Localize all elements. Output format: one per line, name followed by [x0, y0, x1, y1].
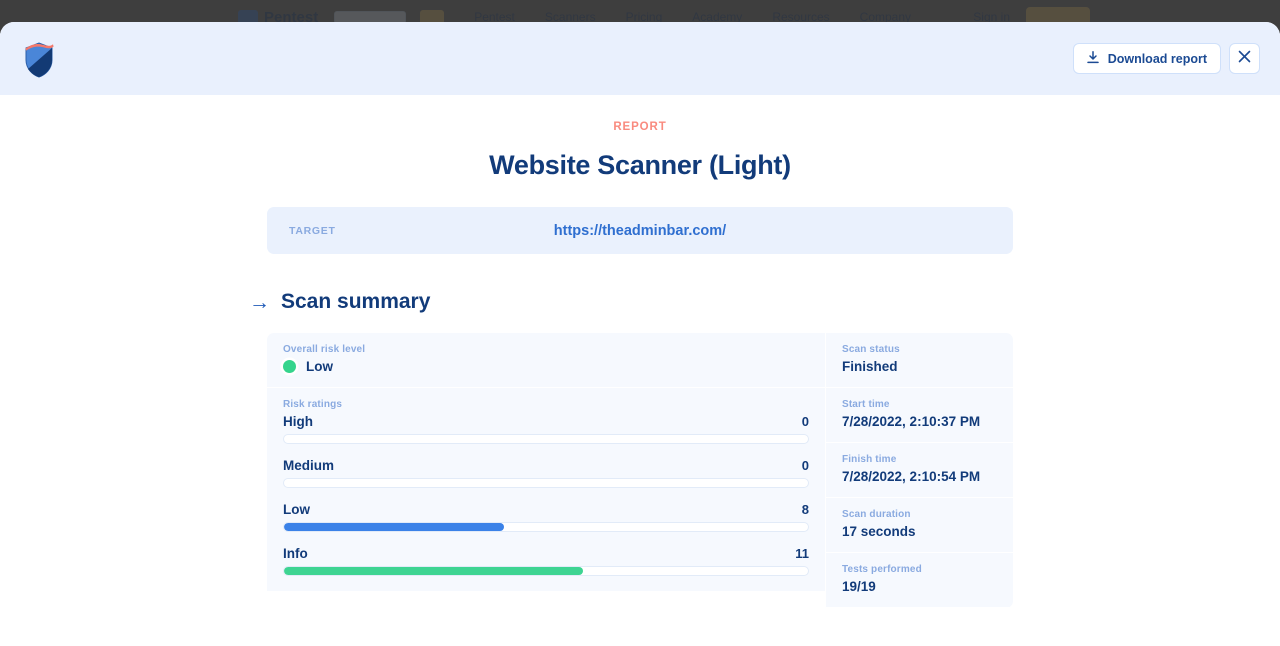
- rating-fill: [284, 523, 505, 531]
- download-report-button[interactable]: Download report: [1072, 43, 1221, 74]
- scan-summary-heading: → Scan summary: [249, 290, 1031, 314]
- tests-performed-value: 19/19: [842, 579, 876, 594]
- tests-performed-card: Tests performed 19/19: [826, 553, 1013, 607]
- finish-time-label: Finish time: [842, 454, 897, 465]
- scan-duration-card: Scan duration 17 seconds: [826, 498, 1013, 552]
- target-label: TARGET: [289, 224, 336, 237]
- finish-time-value: 7/28/2022, 2:10:54 PM: [842, 469, 981, 484]
- overall-risk-value: Low: [306, 359, 333, 374]
- scan-summary-left-column: Overall risk level Low Risk ratings High…: [267, 333, 825, 608]
- rating-count: 0: [801, 414, 809, 429]
- rating-row-info: Info 11: [283, 546, 809, 576]
- rating-name: Low: [283, 502, 310, 517]
- start-time-label: Start time: [842, 399, 890, 410]
- finish-time-card: Finish time 7/28/2022, 2:10:54 PM: [826, 443, 1013, 497]
- risk-level-dot-icon: [283, 360, 296, 373]
- rating-row-medium: Medium 0: [283, 458, 809, 488]
- rating-row-low: Low 8: [283, 502, 809, 532]
- rating-track: [283, 478, 809, 488]
- rating-count: 11: [795, 546, 809, 561]
- start-time-value: 7/28/2022, 2:10:37 PM: [842, 414, 981, 429]
- download-icon: [1086, 50, 1099, 67]
- rating-track: [283, 522, 809, 532]
- scan-duration-value: 17 seconds: [842, 524, 916, 539]
- modal-header: Download report: [0, 22, 1280, 95]
- close-icon: [1238, 50, 1251, 68]
- rating-count: 0: [801, 458, 809, 473]
- rating-name: Info: [283, 546, 308, 561]
- rating-name: High: [283, 414, 313, 429]
- report-modal: Download report REPORT Website Scanner (…: [0, 22, 1280, 646]
- modal-body: REPORT Website Scanner (Light) TARGET ht…: [0, 95, 1280, 646]
- scan-summary-title: Scan summary: [281, 290, 431, 313]
- report-eyebrow: REPORT: [613, 121, 667, 133]
- tests-performed-label: Tests performed: [842, 564, 922, 575]
- rating-track: [283, 566, 809, 576]
- download-report-label: Download report: [1107, 51, 1207, 66]
- target-value: https://theadminbar.com/: [553, 222, 727, 239]
- scan-status-value: Finished: [842, 359, 898, 374]
- report-modal-page: Pentest Pentest Scanners Pricing Academy…: [0, 0, 1280, 646]
- rating-row-high: High 0: [283, 414, 809, 444]
- risk-ratings-card: Risk ratings High 0 Medium 0 Low 8 Info …: [267, 388, 825, 591]
- target-bar: TARGET https://theadminbar.com/: [267, 207, 1013, 254]
- page-title: Website Scanner (Light): [489, 150, 791, 180]
- risk-ratings-label: Risk ratings: [283, 399, 343, 410]
- arrow-right-icon: →: [249, 290, 270, 314]
- rating-name: Medium: [283, 458, 335, 473]
- start-time-card: Start time 7/28/2022, 2:10:37 PM: [826, 388, 1013, 442]
- rating-count: 8: [801, 502, 809, 517]
- shield-logo-icon: [22, 39, 56, 79]
- scan-status-card: Scan status Finished: [826, 333, 1013, 387]
- scan-duration-label: Scan duration: [842, 509, 911, 520]
- scan-summary-panel: Overall risk level Low Risk ratings High…: [267, 333, 1013, 608]
- overall-risk-label: Overall risk level: [283, 344, 366, 355]
- scan-summary-right-column: Scan status Finished Start time 7/28/202…: [826, 333, 1013, 608]
- close-modal-button[interactable]: [1229, 43, 1260, 74]
- rating-track: [283, 434, 809, 444]
- modal-header-actions: Download report: [1072, 43, 1260, 74]
- scan-status-label: Scan status: [842, 344, 900, 355]
- overall-risk-card: Overall risk level Low: [267, 333, 825, 387]
- rating-fill: [284, 567, 583, 575]
